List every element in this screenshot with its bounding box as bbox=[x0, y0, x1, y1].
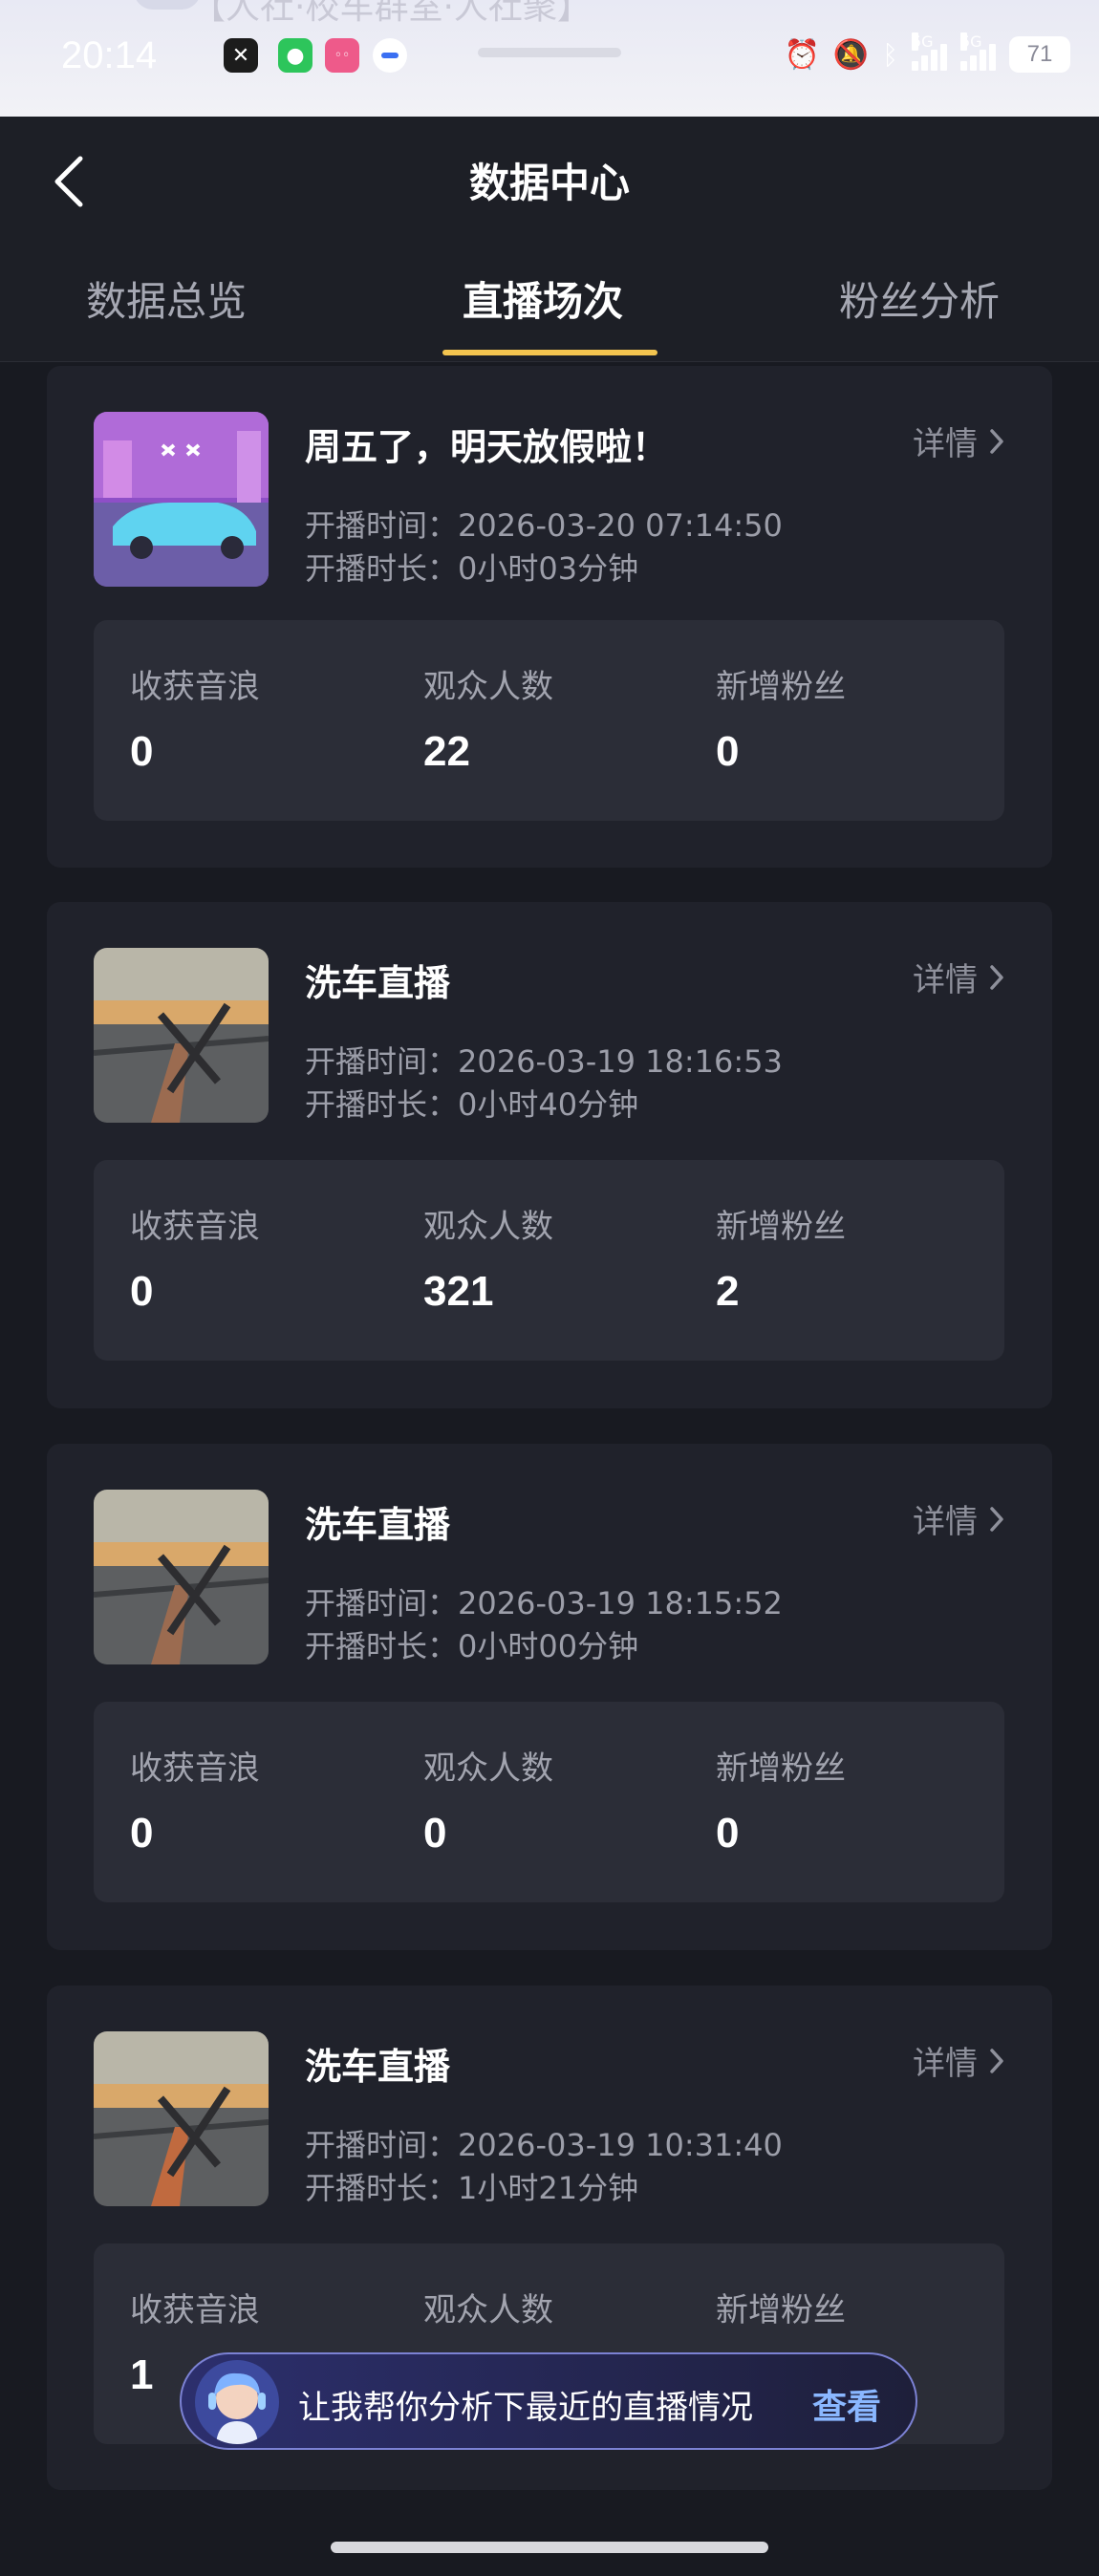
session-title: 洗车直播 bbox=[305, 1504, 451, 1546]
stat-value-viewers: 22 bbox=[423, 728, 470, 775]
session-card[interactable]: 洗车直播 详情 开播时间：2026-03-19 18:15:52 开播时长：0小… bbox=[47, 1444, 1052, 1950]
message-app-icon bbox=[373, 38, 407, 73]
mute-bell-icon: 🔕 bbox=[832, 37, 870, 72]
session-start-time: 开播时间：2026-03-19 18:15:52 bbox=[305, 1585, 783, 1621]
session-duration: 开播时长：0小时00分钟 bbox=[305, 1628, 639, 1664]
wechat-icon: ● bbox=[278, 38, 312, 73]
ai-assistant-banner[interactable]: 让我帮你分析下最近的直播情况 查看 bbox=[180, 2352, 917, 2450]
session-stats: 收获音浪 0 观众人数 0 新增粉丝 0 bbox=[94, 1702, 1004, 1902]
stat-value-income: 0 bbox=[130, 728, 154, 775]
stat-value-new-fans: 0 bbox=[716, 728, 740, 775]
chevron-right-icon bbox=[990, 2048, 1003, 2073]
stat-label-new-fans: 新增粉丝 bbox=[716, 668, 846, 706]
session-duration: 开播时长：0小时40分钟 bbox=[305, 1086, 639, 1123]
stat-label-new-fans: 新增粉丝 bbox=[716, 1208, 846, 1246]
chevron-right-icon bbox=[990, 1506, 1003, 1532]
status-notch bbox=[478, 48, 621, 57]
battery-indicator: 71 bbox=[1009, 36, 1070, 73]
alarm-icon: ⏰ bbox=[784, 37, 820, 72]
session-thumbnail-seaside bbox=[94, 2031, 269, 2206]
session-start-time: 开播时间：2026-03-19 10:31:40 bbox=[305, 2127, 783, 2163]
stat-label-new-fans: 新增粉丝 bbox=[716, 2291, 846, 2329]
stat-label-viewers: 观众人数 bbox=[423, 2291, 553, 2329]
ghost-notification-text: 【人社·校车群室·人社聚】 bbox=[191, 0, 592, 27]
stat-value-income: 0 bbox=[130, 1810, 154, 1857]
chevron-right-icon bbox=[990, 964, 1003, 990]
session-stats: 收获音浪 0 观众人数 22 新增粉丝 0 bbox=[94, 620, 1004, 821]
session-duration: 开播时长：1小时21分钟 bbox=[305, 2170, 639, 2206]
stat-value-viewers: 321 bbox=[423, 1268, 494, 1315]
session-thumbnail-seaside bbox=[94, 948, 269, 1123]
detail-label: 详情 bbox=[913, 1503, 978, 1541]
x-app-icon: ✕ bbox=[224, 38, 258, 73]
page-header: 数据中心 数据总览 直播场次 粉丝分析 bbox=[0, 117, 1099, 362]
tab-live-sessions[interactable]: 直播场次 bbox=[463, 269, 623, 328]
assistant-message: 让我帮你分析下最近的直播情况 bbox=[298, 2389, 753, 2427]
session-start-time: 开播时间：2026-03-19 18:16:53 bbox=[305, 1043, 783, 1080]
page-title: 数据中心 bbox=[468, 160, 630, 206]
signal-icon-2: 5G bbox=[960, 32, 996, 71]
stat-label-income: 收获音浪 bbox=[130, 1208, 260, 1246]
stat-label-viewers: 观众人数 bbox=[423, 1750, 553, 1788]
chevron-right-icon bbox=[990, 428, 1003, 454]
status-time: 20:14 bbox=[61, 34, 158, 76]
tab-overview[interactable]: 数据总览 bbox=[86, 269, 247, 328]
active-tab-indicator bbox=[442, 350, 657, 355]
view-analysis-button[interactable]: 查看 bbox=[812, 2379, 881, 2429]
stat-label-income: 收获音浪 bbox=[130, 2291, 260, 2329]
stat-label-income: 收获音浪 bbox=[130, 668, 260, 706]
stat-label-viewers: 观众人数 bbox=[423, 1208, 553, 1246]
signal-icon: 5G bbox=[912, 32, 947, 71]
detail-label: 详情 bbox=[913, 2045, 978, 2083]
session-thumbnail-seaside bbox=[94, 1490, 269, 1664]
status-bar: 【人社·校车群室·人社聚】 20:14 ✕ ● ◦◦ ⏰ 🔕 ᛒ 5G 5G 7… bbox=[0, 0, 1099, 117]
stat-value-new-fans: 2 bbox=[716, 1268, 740, 1315]
session-title: 洗车直播 bbox=[305, 962, 451, 1004]
stat-label-income: 收获音浪 bbox=[130, 1750, 260, 1788]
stat-value-new-fans: 0 bbox=[716, 1810, 740, 1857]
session-card[interactable]: 洗车直播 详情 开播时间：2026-03-19 18:16:53 开播时长：0小… bbox=[47, 902, 1052, 1408]
detail-link[interactable]: 详情 bbox=[913, 1495, 1004, 1542]
detail-link[interactable]: 详情 bbox=[913, 418, 1004, 464]
detail-link[interactable]: 详情 bbox=[913, 954, 1004, 1000]
session-card[interactable]: 周五了，明天放假啦！ 详情 开播时间：2026-03-20 07:14:50 开… bbox=[47, 366, 1052, 868]
session-title: 周五了，明天放假啦！ bbox=[305, 426, 669, 468]
session-title: 洗车直播 bbox=[305, 2046, 451, 2088]
session-start-time: 开播时间：2026-03-20 07:14:50 bbox=[305, 507, 783, 544]
detail-link[interactable]: 详情 bbox=[913, 2037, 1004, 2084]
session-stats: 收获音浪 0 观众人数 321 新增粉丝 2 bbox=[94, 1160, 1004, 1361]
assistant-avatar bbox=[195, 2360, 279, 2444]
session-thumbnail-car bbox=[94, 412, 269, 587]
home-indicator bbox=[331, 2542, 768, 2553]
bilibili-icon: ◦◦ bbox=[325, 38, 359, 73]
stat-value-income: 0 bbox=[130, 1268, 154, 1315]
detail-label: 详情 bbox=[913, 425, 978, 463]
tab-fan-analysis[interactable]: 粉丝分析 bbox=[839, 269, 1000, 328]
stat-label-viewers: 观众人数 bbox=[423, 668, 553, 706]
bluetooth-icon: ᛒ bbox=[882, 38, 898, 71]
stat-label-new-fans: 新增粉丝 bbox=[716, 1750, 846, 1788]
session-duration: 开播时长：0小时03分钟 bbox=[305, 550, 639, 587]
detail-label: 详情 bbox=[913, 961, 978, 999]
stat-value-viewers: 0 bbox=[423, 1810, 447, 1857]
